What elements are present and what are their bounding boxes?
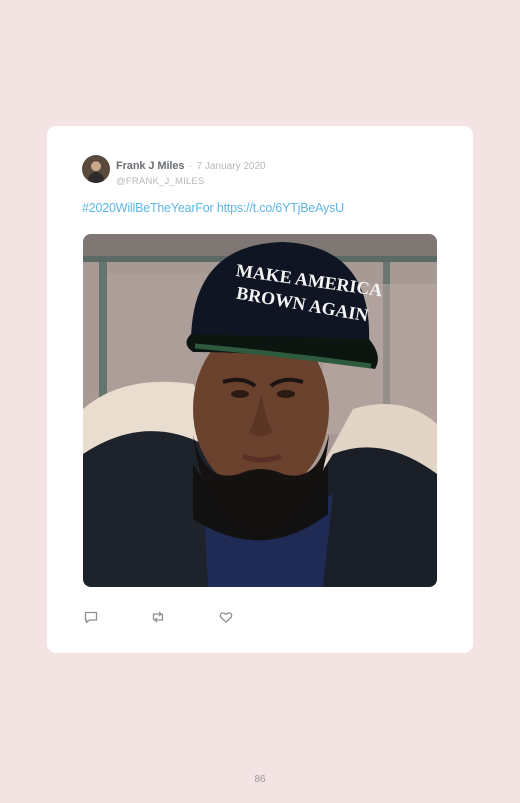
- retweet-icon: [152, 611, 164, 623]
- tweet-photo[interactable]: MAKE AMERICA BROWN AGAIN: [83, 234, 437, 587]
- author-meta: Frank J Miles · 7 January 2020 @FRANK_J_…: [116, 156, 266, 187]
- retweet-button[interactable]: [150, 609, 166, 625]
- photo-illustration: MAKE AMERICA BROWN AGAIN: [83, 234, 437, 587]
- reply-button[interactable]: [83, 609, 99, 625]
- url-link[interactable]: https://t.co/6YTjBeAysU: [217, 201, 344, 215]
- like-button[interactable]: [218, 609, 234, 625]
- author-handle[interactable]: @FRANK_J_MILES: [116, 176, 266, 187]
- tweet-card: Frank J Miles · 7 January 2020 @FRANK_J_…: [47, 126, 473, 653]
- date-separator: ·: [188, 161, 193, 172]
- author-name[interactable]: Frank J Miles: [116, 160, 185, 172]
- avatar[interactable]: [82, 155, 110, 183]
- tweet-date[interactable]: 7 January 2020: [197, 161, 266, 172]
- reply-icon: [84, 611, 98, 624]
- tweet-text: #2020WillBeTheYearFor https://t.co/6YTjB…: [82, 201, 344, 215]
- hashtag-link[interactable]: #2020WillBeTheYearFor: [82, 201, 214, 215]
- heart-icon: [219, 612, 233, 623]
- page-number: 86: [254, 774, 266, 785]
